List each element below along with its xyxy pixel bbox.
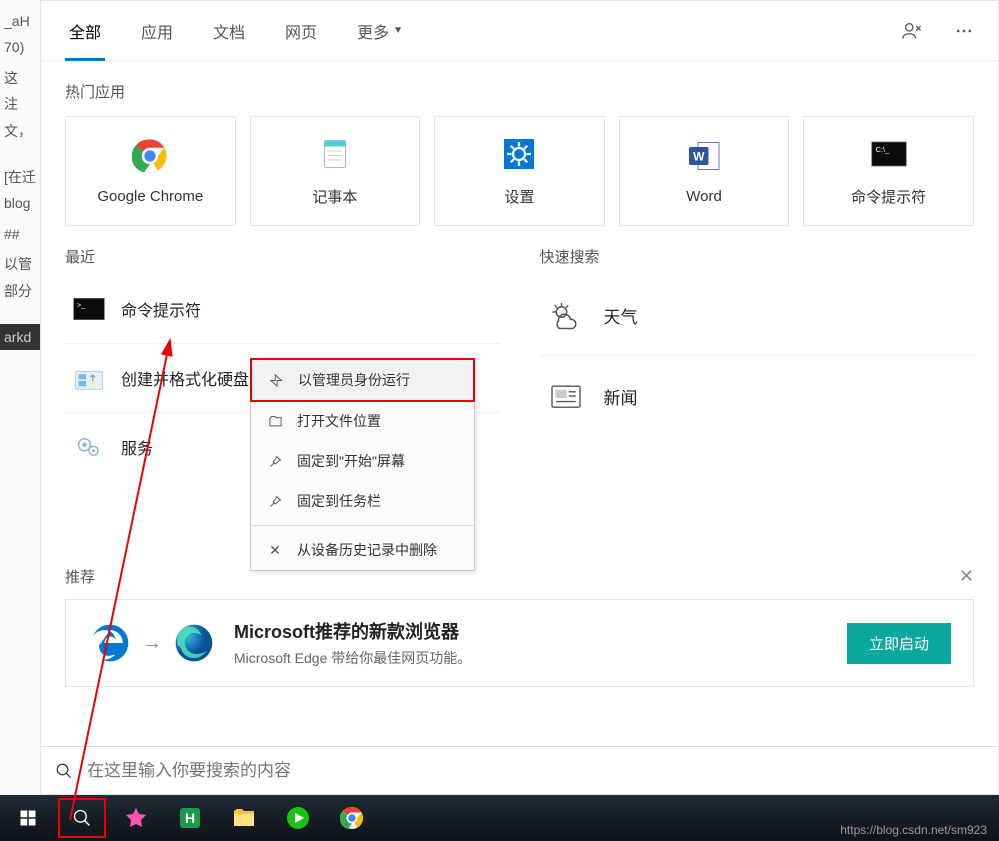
- chrome-icon: [132, 138, 168, 174]
- app-tile-word[interactable]: W Word: [619, 116, 790, 226]
- quick-item-weather[interactable]: 天气: [540, 281, 975, 349]
- tab-all[interactable]: 全部: [49, 1, 121, 60]
- quick-item-news[interactable]: 新闻: [540, 362, 975, 430]
- news-icon: [548, 380, 584, 412]
- app-tile-notepad[interactable]: 记事本: [250, 116, 421, 226]
- divider: [540, 355, 975, 356]
- background-editor-strip: _aH70) 这注文， [在迁 blog## 以管部分 arkd: [0, 0, 40, 841]
- recent-label: 命令提示符: [121, 297, 201, 321]
- quick-label: 新闻: [604, 384, 638, 409]
- folder-icon: [267, 413, 283, 429]
- cm-label: 固定到任务栏: [297, 491, 381, 511]
- recommend-title: 推荐: [65, 566, 95, 587]
- app-tile-settings[interactable]: 设置: [434, 116, 605, 226]
- recommend-card: → Microsoft推荐的新款浏览器 Microsoft Edge 带给你最佳…: [65, 599, 974, 687]
- top-apps-title: 热门应用: [65, 81, 974, 102]
- app-label: 命令提示符: [851, 186, 926, 207]
- edge-new-icon: [172, 621, 216, 665]
- tab-documents[interactable]: 文档: [193, 1, 265, 60]
- divider: [65, 343, 500, 344]
- recommend-subtitle: Microsoft Edge 带给你最佳网页功能。: [234, 648, 829, 668]
- recent-item-cmd[interactable]: >_ 命令提示符: [65, 281, 500, 337]
- watermark: https://blog.csdn.net/sm923: [840, 823, 987, 837]
- arrow-right-icon: →: [142, 632, 162, 655]
- taskbar-app-hbuilder[interactable]: H: [166, 798, 214, 838]
- app-label: 设置: [504, 186, 534, 207]
- taskbar-file-explorer[interactable]: [220, 798, 268, 838]
- settings-icon: [501, 136, 537, 172]
- divider: [251, 525, 474, 526]
- quick-search-column: 快速搜索 天气 新闻: [540, 246, 975, 475]
- feedback-icon[interactable]: [898, 17, 926, 45]
- taskbar-search-button[interactable]: [58, 798, 106, 838]
- cm-label: 以管理员身份运行: [298, 370, 410, 390]
- more-options-icon[interactable]: [950, 17, 978, 45]
- search-tabs: 全部 应用 文档 网页 更多▼: [41, 1, 998, 61]
- word-icon: W: [686, 138, 722, 174]
- cm-pin-taskbar[interactable]: 固定到任务栏: [251, 481, 474, 521]
- recent-title: 最近: [65, 246, 500, 267]
- svg-text:C:\_: C:\_: [875, 144, 890, 153]
- cm-label: 打开文件位置: [297, 411, 381, 431]
- close-icon[interactable]: ✕: [959, 566, 974, 587]
- close-icon: ✕: [267, 542, 283, 558]
- search-icon: [55, 762, 73, 780]
- weather-icon: [548, 299, 584, 331]
- launch-now-button[interactable]: 立即启动: [847, 623, 951, 664]
- search-input[interactable]: [87, 761, 984, 781]
- taskbar: H https://blog.csdn.net/sm923: [0, 795, 999, 841]
- services-icon: [73, 433, 105, 461]
- windows-search-panel: 全部 应用 文档 网页 更多▼ 热门应用 Google Chrome: [40, 0, 999, 795]
- tab-web[interactable]: 网页: [265, 1, 337, 60]
- app-label: Word: [686, 188, 722, 205]
- notepad-icon: [317, 136, 353, 172]
- pin-icon: [267, 493, 283, 509]
- search-input-row: [41, 746, 998, 794]
- context-menu: 以管理员身份运行 打开文件位置 固定到"开始"屏幕 固定到任务栏 ✕ 从设备历史…: [250, 358, 475, 571]
- cm-open-location[interactable]: 打开文件位置: [251, 401, 474, 441]
- recent-label: 服务: [121, 435, 153, 459]
- quick-label: 天气: [604, 303, 638, 328]
- top-apps-section: 热门应用 Google Chrome 记事本 设置: [41, 61, 998, 236]
- cm-remove-history[interactable]: ✕ 从设备历史记录中删除: [251, 530, 474, 570]
- start-button[interactable]: [4, 798, 52, 838]
- recommend-headline: Microsoft推荐的新款浏览器: [234, 618, 829, 644]
- cmd-icon: C:\_: [871, 136, 907, 172]
- svg-text:>_: >_: [77, 301, 86, 310]
- edge-transition-icons: →: [88, 621, 216, 665]
- taskbar-video-app[interactable]: [274, 798, 322, 838]
- recommend-section: 推荐 ✕ → Microsoft推荐的新款浏览器 Microsoft Edge …: [65, 566, 974, 687]
- svg-text:H: H: [185, 810, 195, 826]
- tab-more[interactable]: 更多▼: [337, 1, 423, 60]
- taskbar-app-1[interactable]: [112, 798, 160, 838]
- cm-pin-start[interactable]: 固定到"开始"屏幕: [251, 441, 474, 481]
- cm-label: 固定到"开始"屏幕: [297, 451, 405, 471]
- app-tile-cmd[interactable]: C:\_ 命令提示符: [803, 116, 974, 226]
- pin-icon: [267, 453, 283, 469]
- app-label: Google Chrome: [97, 188, 203, 205]
- chevron-down-icon: ▼: [393, 25, 403, 36]
- app-label: 记事本: [312, 186, 357, 207]
- edge-old-icon: [88, 621, 132, 665]
- app-tile-chrome[interactable]: Google Chrome: [65, 116, 236, 226]
- cmd-icon: >_: [73, 295, 105, 323]
- tab-apps[interactable]: 应用: [121, 1, 193, 60]
- cm-run-as-admin[interactable]: 以管理员身份运行: [250, 358, 475, 402]
- taskbar-chrome[interactable]: [328, 798, 376, 838]
- quick-title: 快速搜索: [540, 246, 975, 267]
- shield-icon: [268, 372, 284, 388]
- svg-text:W: W: [693, 149, 705, 163]
- disk-format-icon: [73, 364, 105, 392]
- cm-label: 从设备历史记录中删除: [297, 540, 437, 560]
